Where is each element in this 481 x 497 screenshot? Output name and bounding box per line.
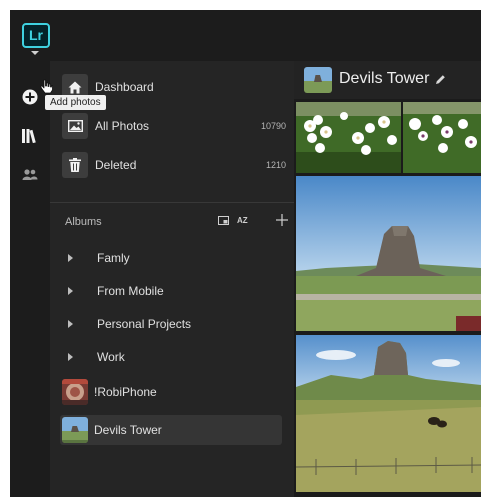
- chevron-down-icon[interactable]: [31, 51, 39, 55]
- album-label: !RobiPhone: [94, 385, 157, 399]
- photo-thumbnail[interactable]: [296, 102, 401, 173]
- top-bar: Lr: [10, 10, 481, 61]
- album-title: Devils Tower: [339, 70, 430, 87]
- album-label: Devils Tower: [94, 423, 162, 437]
- lightroom-logo[interactable]: Lr: [22, 23, 50, 48]
- nav-label: All Photos: [95, 119, 150, 133]
- photo-thumbnail[interactable]: [403, 102, 481, 173]
- library-icon: [22, 129, 36, 143]
- nav-item-all-photos[interactable]: All Photos 10790: [62, 113, 292, 143]
- nav-label: Dashboard: [95, 80, 154, 94]
- picture-in-picture-icon: [217, 215, 229, 225]
- album-label: From Mobile: [97, 284, 164, 298]
- album-cover-thumbnail: [304, 67, 332, 93]
- divider: [50, 202, 294, 203]
- album-view-button[interactable]: [217, 214, 229, 226]
- home-icon: [68, 81, 82, 93]
- photo-grid-area: Devils Tower: [294, 61, 481, 497]
- people-icon: [22, 169, 38, 180]
- nav-item-deleted[interactable]: Deleted 1210: [62, 152, 292, 182]
- nav-label: Deleted: [95, 158, 137, 172]
- image-icon: [67, 120, 83, 132]
- plus-icon: [276, 214, 288, 226]
- expand-caret-icon[interactable]: [68, 353, 73, 361]
- album-label: Work: [97, 350, 125, 364]
- pencil-icon[interactable]: [435, 74, 446, 85]
- expand-caret-icon[interactable]: [68, 287, 73, 295]
- add-album-button[interactable]: [275, 213, 289, 227]
- album-item-work[interactable]: Work: [60, 342, 282, 372]
- album-item-famly[interactable]: Famly: [60, 243, 282, 273]
- add-photos-button[interactable]: [18, 85, 42, 109]
- plus-circle-icon: [22, 89, 38, 105]
- photo-count: 10790: [260, 121, 286, 131]
- expand-caret-icon[interactable]: [68, 320, 73, 328]
- expand-caret-icon[interactable]: [68, 254, 73, 262]
- album-label: Personal Projects: [97, 317, 192, 331]
- left-rail: [10, 61, 50, 497]
- album-header: Devils Tower: [294, 61, 481, 99]
- albums-heading: Albums: [65, 216, 102, 228]
- album-item-personal-projects[interactable]: Personal Projects: [60, 309, 282, 339]
- deleted-count: 1210: [265, 160, 286, 170]
- sort-az-button[interactable]: AZ: [237, 214, 248, 226]
- album-item-devils-tower[interactable]: Devils Tower: [60, 415, 282, 445]
- people-button[interactable]: [18, 163, 42, 187]
- albums-panel: Dashboard All Photos 10790 Deleted 1210 …: [50, 61, 294, 497]
- lightroom-window: Lr Add photos Dashboard All Photos 10790…: [10, 10, 481, 497]
- album-thumbnail: [62, 417, 88, 443]
- album-item-from-mobile[interactable]: From Mobile: [60, 276, 282, 306]
- hand-cursor-icon: [40, 79, 53, 94]
- photo-thumbnail[interactable]: [296, 176, 481, 331]
- trash-icon: [69, 158, 81, 172]
- photo-thumbnail[interactable]: [296, 335, 481, 492]
- album-thumbnail: [62, 379, 88, 405]
- album-label: Famly: [97, 251, 130, 265]
- add-photos-tooltip: Add photos: [45, 95, 106, 110]
- library-button[interactable]: [18, 124, 42, 148]
- album-item-robiphone[interactable]: !RobiPhone: [60, 377, 282, 407]
